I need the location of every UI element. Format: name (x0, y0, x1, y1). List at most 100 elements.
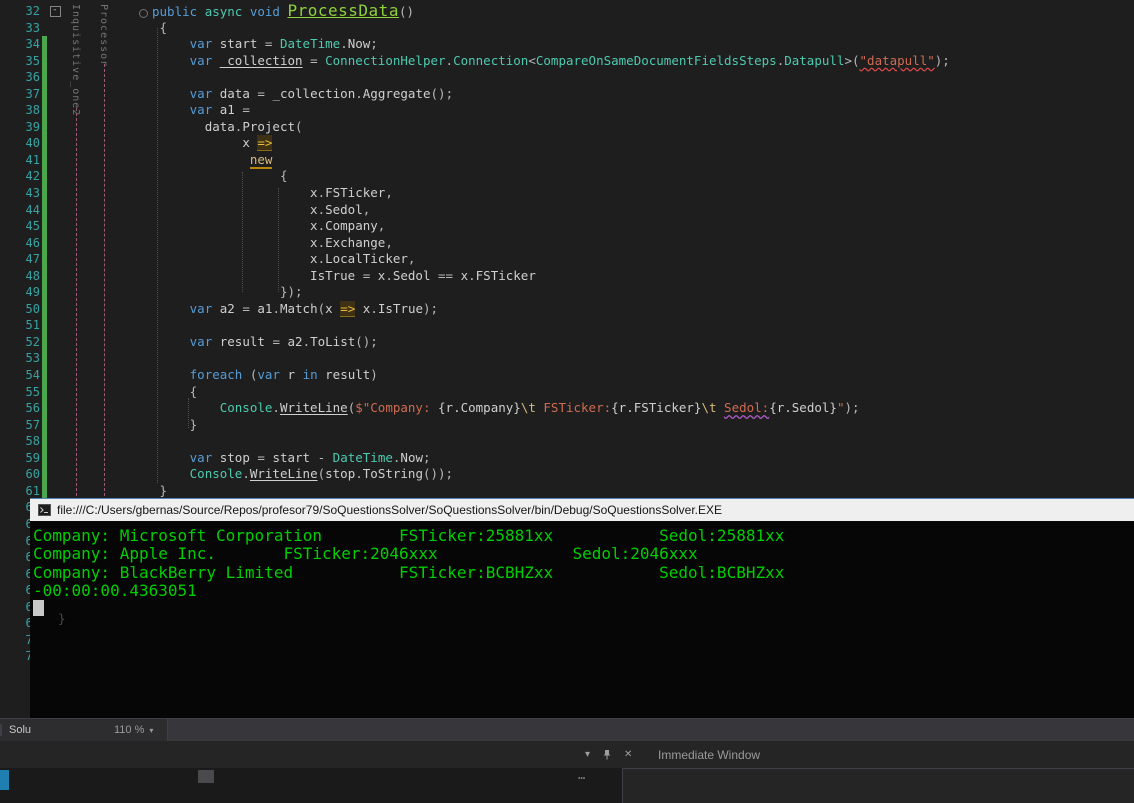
code-line[interactable]: 51 (0, 317, 1134, 334)
line-number[interactable]: 35 (0, 53, 42, 70)
horizontal-scrollbar[interactable] (167, 719, 1134, 741)
code-line[interactable]: 35 var _collection = ConnectionHelper.Co… (0, 52, 1134, 70)
line-number[interactable]: 46 (0, 235, 42, 252)
line-number[interactable]: 34 (0, 36, 42, 53)
code-line[interactable]: 34 var start = DateTime.Now; (0, 36, 1134, 53)
code-line[interactable]: 48 IsTrue = x.Sedol == x.FSTicker (0, 267, 1134, 285)
code-line[interactable]: 60 Console.WriteLine(stop.ToString()); (0, 466, 1134, 483)
line-number[interactable]: 59 (0, 450, 42, 467)
fold-margin (47, 69, 63, 86)
statusbar-area: … (0, 768, 1134, 803)
code-line[interactable]: 57 } (0, 416, 1134, 434)
code-line[interactable]: 58 (0, 433, 1134, 450)
line-number[interactable]: 58 (0, 433, 42, 450)
code-line[interactable]: 43 x.FSTicker, (0, 185, 1134, 202)
code-line[interactable]: 61 } (0, 482, 1134, 500)
code-line[interactable]: 59 var stop = start - DateTime.Now; (0, 449, 1134, 467)
code-text: var data = _collection.Aggregate(); (189, 85, 454, 101)
line-number[interactable]: 55 (0, 384, 42, 401)
line-number[interactable]: 47 (0, 251, 42, 268)
line-number[interactable]: 38 (0, 102, 42, 119)
line-number[interactable]: 57 (0, 417, 42, 434)
scrollbar-thumb[interactable] (198, 770, 214, 783)
code-text: Console.WriteLine($"Company: {r.Company}… (219, 400, 860, 416)
console-window: file:///C:/Users/gbernas/Source/Repos/pr… (30, 498, 1134, 719)
console-output-line: Company: Apple Inc. FSTicker:2046xxx Sed… (33, 544, 698, 564)
close-icon[interactable]: ✕ (624, 749, 632, 760)
code-line[interactable]: 41 new (0, 151, 1134, 169)
code-line[interactable]: 49 }); (0, 284, 1134, 301)
code-line[interactable]: 32- public async void ProcessData() (0, 3, 1134, 20)
line-number[interactable]: 43 (0, 185, 42, 202)
fold-margin (47, 185, 63, 202)
panel-fragment (622, 768, 1134, 803)
scope-label-class: Processor (98, 4, 109, 68)
line-number[interactable]: 49 (0, 284, 42, 301)
code-line[interactable]: 53 (0, 350, 1134, 368)
line-number[interactable]: 56 (0, 400, 42, 417)
immediate-window-title-bar: ▾ ✕ Immediate Window (0, 741, 1134, 768)
fold-margin (47, 450, 63, 467)
line-number[interactable]: 54 (0, 367, 42, 384)
code-line[interactable]: 45 x.Company, (0, 218, 1134, 235)
line-number[interactable]: 45 (0, 218, 42, 235)
code-line[interactable]: 42 { (0, 168, 1134, 186)
code-line[interactable]: 39 data.Project( (0, 118, 1134, 136)
code-text: x.LocalTicker, (310, 251, 416, 267)
line-number[interactable]: 60 (0, 466, 42, 483)
collapse-minus-icon[interactable]: - (49, 6, 61, 17)
code-text: x.FSTicker, (310, 185, 393, 201)
line-number[interactable]: 52 (0, 334, 42, 351)
code-text: var start = DateTime.Now; (189, 36, 378, 52)
code-line[interactable]: 37 var data = _collection.Aggregate(); (0, 85, 1134, 103)
code-line[interactable]: 55 { (0, 383, 1134, 401)
code-text: } (189, 416, 198, 432)
line-number[interactable]: 53 (0, 350, 42, 367)
code-line[interactable]: 52 var result = a2.ToList(); (0, 333, 1134, 351)
code-line[interactable]: 56 Console.WriteLine($"Company: {r.Compa… (0, 400, 1134, 417)
console-output-line: Company: Microsoft Corporation FSTicker:… (33, 526, 785, 545)
line-number[interactable]: 50 (0, 301, 42, 318)
panel-title: Immediate Window (658, 747, 761, 762)
line-number[interactable]: 40 (0, 135, 42, 152)
console-title-bar[interactable]: file:///C:/Users/gbernas/Source/Repos/pr… (30, 499, 1134, 521)
zoom-control[interactable]: 110 % ▾ (114, 724, 153, 736)
code-text: data.Project( (204, 118, 303, 134)
code-line[interactable]: 33 { (0, 20, 1134, 37)
code-line[interactable]: 47 x.LocalTicker, (0, 251, 1134, 268)
fold-margin (47, 168, 63, 185)
chevron-down-icon[interactable]: ▾ (585, 749, 590, 760)
line-number[interactable]: 37 (0, 86, 42, 103)
code-line[interactable]: 46 x.Exchange, (0, 234, 1134, 252)
line-number[interactable]: 39 (0, 119, 42, 136)
code-line[interactable]: 40 x => (0, 135, 1134, 152)
line-number[interactable]: 41 (0, 152, 42, 169)
collapse-toggle[interactable]: - (47, 3, 63, 20)
solution-explorer-tab[interactable]: Solu (0, 724, 42, 736)
line-number[interactable]: 61 (0, 483, 42, 500)
code-line[interactable]: 50 var a2 = a1.Match(x => x.IsTrue); (0, 300, 1134, 318)
line-number[interactable]: 42 (0, 168, 42, 185)
chevron-down-icon[interactable]: ▾ (149, 726, 153, 735)
scope-label-namespace: Inquisitive_one2 (70, 4, 81, 117)
code-line[interactable]: 38 var a1 = (0, 102, 1134, 119)
code-line[interactable]: 44 x.Sedol, (0, 201, 1134, 219)
code-text: var a1 = (189, 102, 250, 118)
fold-margin (47, 400, 63, 417)
line-number[interactable]: 33 (0, 20, 42, 37)
line-number[interactable]: 51 (0, 317, 42, 334)
line-number[interactable]: 36 (0, 69, 42, 86)
method-indicator-icon (139, 9, 148, 18)
fold-margin (47, 317, 63, 334)
line-number[interactable]: 32 (0, 3, 42, 20)
code-text: x.Exchange, (310, 234, 393, 250)
code-text: IsTrue = x.Sedol == x.FSTicker (310, 267, 536, 283)
line-number[interactable]: 44 (0, 202, 42, 219)
fold-margin (47, 102, 63, 119)
pin-icon[interactable] (602, 749, 612, 760)
fold-margin (47, 86, 63, 103)
line-number[interactable]: 48 (0, 268, 42, 285)
code-line[interactable]: 36 (0, 69, 1134, 86)
code-line[interactable]: 54 foreach (var r in result) (0, 367, 1134, 384)
